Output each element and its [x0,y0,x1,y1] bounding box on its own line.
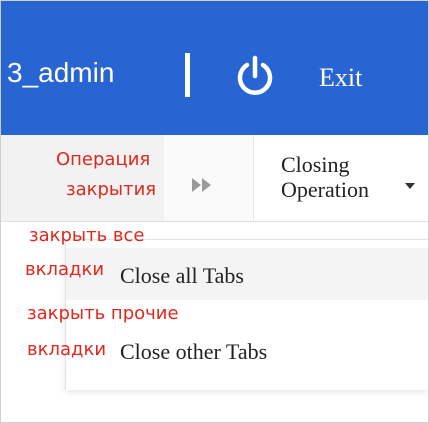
closing-operation-label: Closing Operation [281,152,369,202]
annotation-close-all-line1: закрыть все [29,225,145,246]
power-icon[interactable] [233,54,277,98]
double-chevron-right-icon[interactable] [190,176,214,194]
caret-down-icon [405,183,415,189]
annotation-close-other-line2: вкладки [27,339,107,360]
annotation-close-all-line2: вкладки [25,259,105,280]
annotation-operation-line2: закрытия [66,179,157,200]
menu-item-label: Close all Tabs [120,263,244,288]
menu-item-label: Close other Tabs [120,339,268,364]
annotation-operation-line1: Операция [56,149,151,170]
menu-item-close-all-tabs[interactable]: Close all Tabs [66,248,428,300]
top-bar: 3_admin Exit [1,1,428,135]
header-divider [185,53,190,97]
menu-item-close-other-tabs[interactable]: Close other Tabs [66,326,428,378]
exit-button[interactable]: Exit [319,61,362,95]
closing-operation-dropdown[interactable]: Closing Operation [253,135,428,221]
screenshot-frame: 3_admin Exit Closing Operation Close all… [0,0,429,423]
annotation-close-other-line1: закрыть прочие [27,303,179,324]
user-name: 3_admin [7,57,115,88]
